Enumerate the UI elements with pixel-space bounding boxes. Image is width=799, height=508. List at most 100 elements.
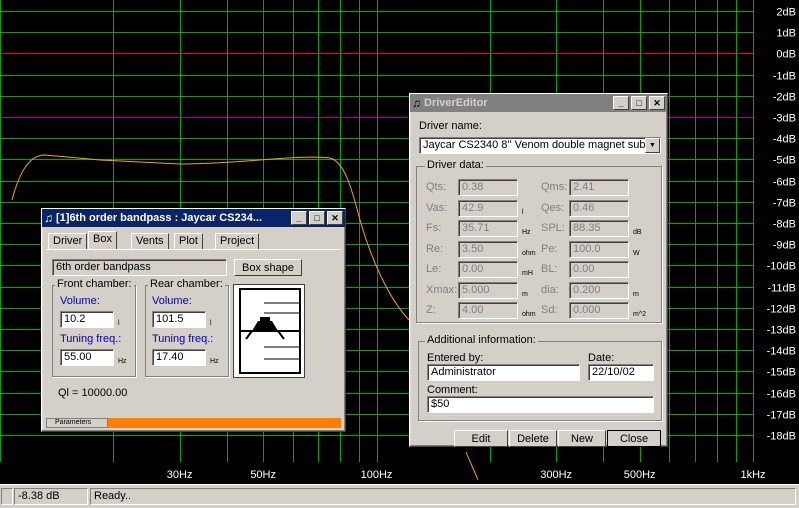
param-value[interactable]: 0.200 [569,281,629,299]
param-value[interactable]: 3.50 [458,240,518,258]
tab-panel-border [46,249,341,250]
close-icon[interactable]: ✕ [327,211,343,225]
param-unit: m^2 [633,311,647,318]
ql-value: Ql = 10000.00 [58,387,128,399]
y-axis-label: -5dB [773,155,796,167]
date-label: Date: [588,352,615,364]
box-shape-button[interactable]: Box shape [234,259,302,276]
front-tuning-unit: Hz [118,358,127,365]
param-unit: ohm [522,311,536,318]
maximize-icon[interactable]: □ [631,96,647,110]
delete-button[interactable]: Delete [509,430,557,447]
param-label: Sd: [541,304,558,316]
entered-by-input[interactable]: Administrator [427,364,580,381]
driver-name-select[interactable]: Jaycar CS2340 8'' Venom double magnet su… [419,137,661,154]
tab-plot[interactable]: Plot [174,233,203,250]
y-axis-label: -4dB [773,134,796,146]
param-unit: ohm [522,249,536,257]
param-unit: mH [522,270,533,277]
param-value[interactable]: 35.71 [458,220,518,237]
rear-volume-unit: l [210,320,212,327]
param-value[interactable]: 0.000 [569,302,629,319]
box-diagram [233,284,305,378]
param-value[interactable]: 88.35 [569,220,629,237]
param-label: Fs: [426,222,442,234]
rear-tuning-unit: Hz [210,358,219,365]
y-axis-label: -16dB [767,389,796,401]
app-icon: ♫ [412,96,421,110]
front-tuning-input[interactable]: 55.00 [60,349,114,366]
tab-box[interactable]: Box [88,231,117,250]
status-message: Ready.. [90,488,796,505]
driver-editor-titlebar[interactable]: ♫ DriverEditor _ □ ✕ [410,94,667,112]
x-axis-label: 50Hz [250,469,276,481]
x-axis-label: 500Hz [624,469,656,481]
front-volume-input[interactable]: 10.2 [60,311,114,328]
comment-input[interactable]: $50 [427,396,654,413]
driver-editor-window: ♫ DriverEditor _ □ ✕ Driver name: Jaycar… [409,93,668,447]
minimize-icon[interactable]: _ [291,211,307,225]
y-axis-label: -15dB [767,367,796,379]
box-window: ♫ [1]6th order bandpass : Jaycar CS234..… [41,208,346,432]
param-label: Z: [426,304,436,316]
param-value[interactable]: 42.9 [458,199,518,217]
front-volume-label: Volume: [60,295,100,307]
x-axis-label: 100Hz [361,469,393,481]
y-axis-label: -11dB [767,283,796,295]
date-input[interactable]: 22/10/02 [588,364,654,381]
param-unit: l [522,208,524,216]
front-tuning-label: Tuning freq.: [60,333,122,345]
y-axis-label: -10dB [767,261,796,273]
tab-project[interactable]: Project [215,233,260,250]
param-unit: m [633,290,639,298]
param-value[interactable]: 0.00 [458,261,518,278]
maximize-icon[interactable]: □ [309,211,325,225]
box-window-titlebar[interactable]: ♫ [1]6th order bandpass : Jaycar CS234..… [42,209,345,227]
param-value[interactable]: 0.38 [458,179,518,196]
param-label: SPL: [541,222,565,234]
comment-label: Comment: [427,384,478,396]
y-axis-label: -9dB [773,240,796,252]
param-value[interactable]: 4.00 [458,302,518,319]
param-label: Pe: [541,242,558,255]
chevron-down-icon[interactable]: ▼ [645,138,660,153]
param-label: Re: [426,242,444,255]
y-axis-label: -8dB [773,219,796,231]
status-value: -8.38 dB [14,488,88,505]
rear-tuning-input[interactable]: 17.40 [152,349,206,366]
param-label: Le: [426,263,442,275]
rear-volume-input[interactable]: 101.5 [152,311,206,328]
y-axis-label: -3dB [773,113,796,125]
new-button[interactable]: New [558,430,606,447]
param-label: Vas: [426,201,448,214]
tab-driver[interactable]: Driver [48,233,88,250]
y-axis-label: -2dB [773,92,796,104]
close-icon[interactable]: ✕ [649,96,665,110]
param-value[interactable]: 2.41 [569,179,629,196]
edit-button[interactable]: Edit [454,430,508,447]
parameters-tab[interactable]: Parameters [46,418,108,428]
param-unit: W [633,249,640,257]
param-value[interactable]: 5.000 [458,281,518,299]
close-button[interactable]: Close [607,430,661,447]
app-icon: ♫ [44,211,53,225]
y-axis-label: -1dB [773,71,796,83]
param-value[interactable]: 100.0 [569,240,629,258]
y-axis-label: -12dB [767,304,796,316]
tab-vents[interactable]: Vents [131,233,169,250]
y-axis-label: -13dB [767,325,796,337]
param-unit: Hz [522,229,531,236]
param-label: Xmax: [426,283,458,296]
param-value[interactable]: 0.00 [569,261,629,278]
x-axis-label: 30Hz [167,469,193,481]
param-label: Qts: [426,181,447,193]
minimize-icon[interactable]: _ [613,96,629,110]
param-label: Qes: [541,201,565,214]
y-axis-label: 0dB [776,49,796,61]
param-value[interactable]: 0.46 [569,199,629,217]
driver-name-label: Driver name: [419,120,482,132]
box-type-field: 6th order bandpass [52,259,227,276]
status-bar: -8.38 dB Ready.. [0,484,799,508]
entered-by-label: Entered by: [427,352,484,364]
y-axis-label: -14dB [767,346,796,358]
